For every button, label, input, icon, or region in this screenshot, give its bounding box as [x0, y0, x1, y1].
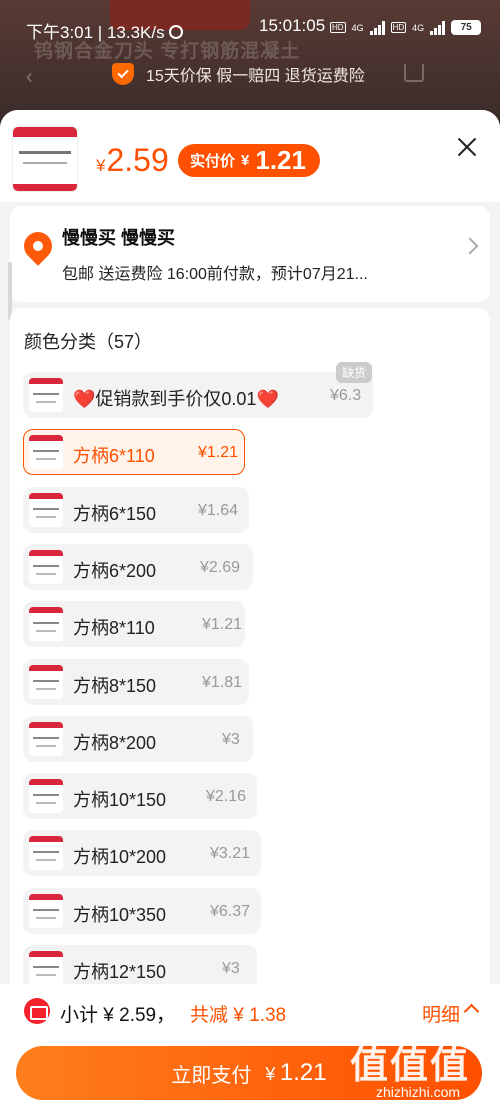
chevron-up-icon[interactable]	[463, 1003, 480, 1020]
variant-thumbnail	[29, 779, 63, 814]
delivery-info: 包邮 送运费险 16:00前付款，预计07月21...	[62, 266, 368, 283]
guarantee-text: 15天价保 假一赔四 退货运费险	[146, 68, 365, 85]
variant-name: 方柄10*350	[73, 904, 167, 925]
variant-name: 方柄8*150	[73, 675, 157, 696]
variant-name: 方柄6*110	[73, 446, 155, 467]
battery-icon: 75	[451, 20, 482, 35]
variant-title: 颜色分类（57）	[24, 332, 153, 352]
variant-name: 方柄8*110	[73, 618, 155, 639]
variant-panel: 颜色分类（57） ❤️促销款到手价仅0.01❤️ ¥6.3 方柄6*110 ¥1.21…	[10, 308, 490, 1008]
status-time-speed: 下午3:01 | 13.3K/s	[26, 23, 165, 42]
status-bar: 下午3:01 | 13.3K/s 15:01:05 HD 4G HD 4G 75	[0, 0, 500, 56]
variant-price: ¥3	[222, 730, 240, 748]
variant-option[interactable]: 方柄8*110 ¥1.21	[23, 601, 245, 648]
alarm-icon	[168, 25, 183, 39]
currency-symbol: ¥	[96, 156, 106, 175]
variant-option[interactable]: 方柄6*200 ¥2.69	[23, 543, 253, 590]
variant-thumbnail	[29, 435, 63, 470]
hd-badge-icon: HD	[390, 22, 407, 33]
coupon-ticket-icon	[24, 998, 50, 1024]
discount-text: 共减 ¥ 1.38	[190, 1005, 287, 1026]
subtotal-text: 小计 ¥ 2.59，	[60, 1005, 176, 1026]
pay-amount: 1.21	[279, 1059, 327, 1086]
variant-price: ¥3	[222, 960, 240, 977]
status-icons: HD 4G HD 4G 75	[330, 20, 482, 35]
cart-icon	[404, 64, 424, 82]
signal-icon	[430, 20, 446, 35]
pay-currency: ¥	[265, 1064, 276, 1084]
address-card[interactable]: 慢慢买 慢慢买 包邮 送运费险 16:00前付款，预计07月21...	[10, 206, 490, 302]
variant-option[interactable]: 方柄6*150 ¥1.64	[23, 486, 249, 533]
variant-name: 方柄8*200	[73, 732, 157, 753]
location-pin-icon	[18, 226, 58, 266]
variant-name: 方柄12*150	[73, 962, 167, 982]
product-thumbnail[interactable]	[12, 126, 78, 192]
variant-thumbnail	[29, 607, 63, 642]
variant-price: ¥3.21	[210, 845, 251, 863]
network-type-label: 4G	[351, 22, 364, 33]
variant-name: ❤️促销款到手价仅0.01❤️	[73, 389, 279, 409]
real-price-value: 1.21	[255, 145, 306, 175]
variant-price: ¥2.69	[200, 558, 241, 576]
pay-button-label: 立即支付	[171, 1064, 252, 1087]
variant-price: ¥1.81	[202, 673, 243, 691]
real-price-label: 实付价	[190, 153, 236, 170]
variant-price: ¥1.21	[198, 444, 239, 462]
variant-thumbnail	[29, 549, 63, 584]
variant-thumbnail	[29, 721, 63, 756]
variant-name: 方柄10*150	[73, 790, 167, 811]
status-left: 下午3:01 | 13.3K/s	[26, 18, 183, 43]
shield-check-icon	[112, 63, 134, 85]
variant-option[interactable]: 方柄8*200 ¥3	[23, 715, 253, 762]
variant-name: 方柄6*150	[73, 503, 157, 524]
out-of-stock-badge: 缺货	[336, 362, 373, 383]
variant-option[interactable]: 方柄10*350 ¥6.37	[23, 887, 261, 934]
close-icon[interactable]	[454, 134, 480, 160]
variant-name: 方柄10*200	[73, 847, 167, 868]
variant-thumbnail	[29, 492, 63, 527]
variant-price: ¥6.3	[330, 387, 362, 404]
variant-option[interactable]: 方柄10*150 ¥2.16	[23, 773, 257, 820]
variant-thumbnail	[29, 378, 63, 412]
back-arrow-icon: ‹	[26, 66, 33, 88]
variant-option[interactable]: ❤️促销款到手价仅0.01❤️ ¥6.3	[23, 372, 373, 418]
currency-symbol: ¥	[241, 152, 250, 169]
sheet-header: ¥2.59 实付价 ¥ 1.21	[0, 110, 500, 202]
variant-option[interactable]: 方柄10*200 ¥3.21	[23, 830, 261, 877]
signal-icon	[369, 20, 385, 35]
variant-thumbnail	[29, 893, 63, 928]
variant-thumbnail	[29, 951, 63, 985]
variant-name: 方柄6*200	[73, 560, 157, 581]
chevron-right-icon	[461, 237, 479, 255]
variant-option[interactable]: 方柄6*110 ¥1.21	[23, 429, 245, 476]
variant-thumbnail	[29, 836, 63, 871]
original-price: ¥2.59	[96, 142, 169, 179]
watermark-url: zhizhizhi.com	[376, 1084, 461, 1100]
variant-thumbnail	[29, 664, 63, 699]
original-price-value: 2.59	[106, 142, 169, 178]
guarantee-strip: 15天价保 假一赔四 退货运费险	[112, 62, 365, 86]
variant-price: ¥2.16	[206, 788, 247, 806]
variant-option[interactable]: 方柄8*150 ¥1.81	[23, 658, 249, 705]
variant-price: ¥1.21	[202, 616, 243, 634]
hd-badge-icon: HD	[330, 22, 346, 33]
detail-toggle[interactable]: 明细	[422, 1000, 460, 1027]
sku-selection-sheet: ¥2.59 实付价 ¥ 1.21 慢慢买 慢慢买 包邮 送运费险 16:00前付…	[0, 110, 500, 1111]
network-type-label: 4G	[412, 22, 425, 33]
recipient-name: 慢慢买 慢慢买	[62, 228, 176, 248]
variant-price: ¥6.37	[210, 902, 251, 920]
variant-price: ¥1.64	[198, 501, 239, 519]
status-clock: 15:01:05	[259, 16, 326, 35]
watermark-logo: 值值值	[350, 1045, 471, 1087]
scroll-indicator[interactable]	[8, 262, 12, 320]
real-price-badge: 实付价 ¥ 1.21	[178, 144, 320, 177]
